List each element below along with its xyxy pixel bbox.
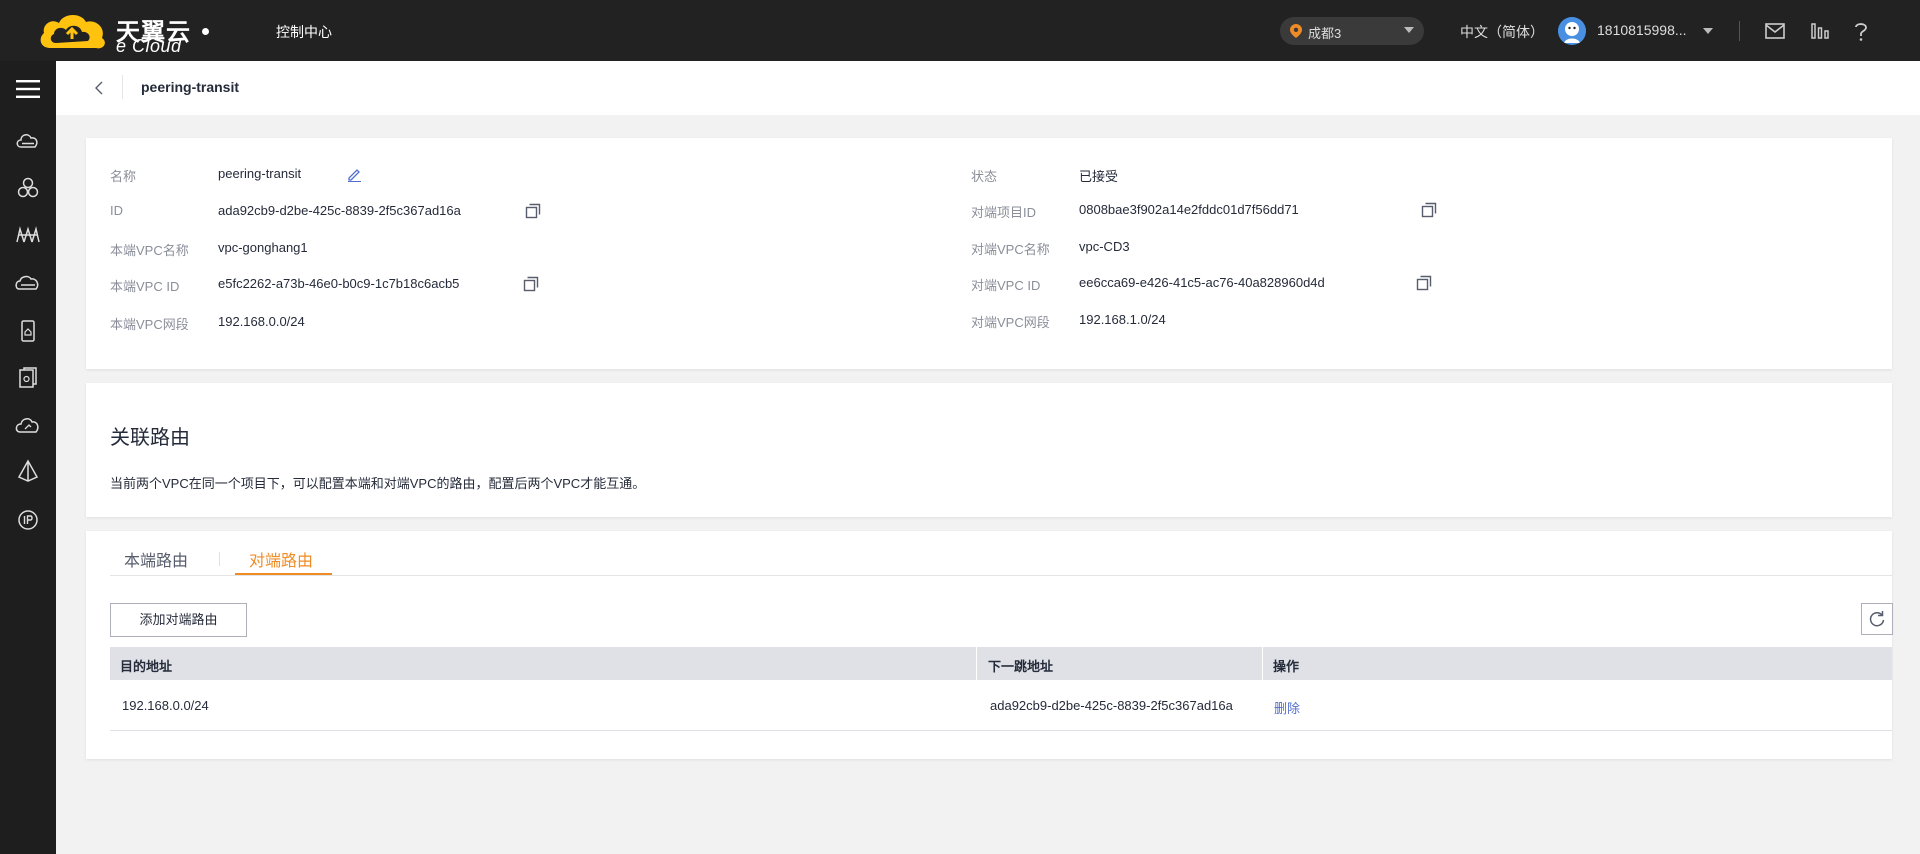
- divider: [122, 75, 123, 99]
- user-avatar-icon: [1558, 17, 1586, 45]
- copy-icon[interactable]: [523, 276, 539, 292]
- info-key: ID: [110, 203, 123, 218]
- info-key: 本端VPC ID: [110, 279, 180, 294]
- route-section-card: 关联路由 当前两个VPC在同一个项目下，可以配置本端和对端VPC的路由，配置后两…: [86, 383, 1892, 517]
- edit-icon[interactable]: [346, 166, 362, 182]
- info-value: vpc-gonghang1: [218, 240, 308, 255]
- console-link[interactable]: 控制中心: [276, 22, 332, 42]
- info-key: 名称: [110, 169, 137, 184]
- info-value: 192.168.0.0/24: [218, 314, 305, 329]
- chevron-down-icon: [1404, 27, 1414, 33]
- info-key: 状态: [971, 169, 998, 184]
- info-key: 对端项目ID: [971, 205, 1037, 220]
- copy-icon[interactable]: [1416, 275, 1432, 291]
- add-peer-route-button[interactable]: 添加对端路由: [110, 603, 247, 637]
- table-row: 192.168.0.0/24 ada92cb9-d2be-425c-8839-2…: [110, 680, 1892, 731]
- cloud-refresh-icon[interactable]: [15, 412, 41, 438]
- info-key: 对端VPC名称: [971, 242, 1050, 257]
- cell-destination: 192.168.0.0/24: [122, 698, 209, 713]
- help-icon[interactable]: [1850, 20, 1872, 42]
- column-header-action: 操作: [1273, 659, 1300, 674]
- route-table-card: 本端路由 对端路由 添加对端路由 目的地址 下一跳地址 操作 192.168.0…: [86, 531, 1893, 759]
- table-header: 目的地址 下一跳地址 操作: [110, 647, 1892, 680]
- divider: [219, 552, 220, 566]
- vpn-icon[interactable]: [15, 459, 41, 485]
- ecloud-logo[interactable]: 天翼云 e Cloud: [36, 8, 206, 56]
- divider: [1739, 21, 1740, 41]
- mail-icon[interactable]: [1764, 20, 1786, 42]
- cell-next-hop: ada92cb9-d2be-425c-8839-2f5c367ad16a: [990, 698, 1233, 713]
- chevron-down-icon[interactable]: [1703, 28, 1713, 34]
- storage-icon[interactable]: [15, 270, 41, 296]
- section-description: 当前两个VPC在同一个项目下，可以配置本端和对端VPC的路由，配置后两个VPC才…: [110, 476, 646, 491]
- info-value: ee6cca69-e426-41c5-ac76-40a828960d4d: [1079, 275, 1325, 290]
- divider: [1262, 647, 1263, 680]
- info-value: 192.168.1.0/24: [1079, 312, 1166, 327]
- info-value: ada92cb9-d2be-425c-8839-2f5c367ad16a: [218, 203, 461, 218]
- breadcrumb: peering-transit: [56, 61, 1920, 115]
- copy-icon[interactable]: [525, 203, 541, 219]
- info-key: 对端VPC网段: [971, 315, 1050, 330]
- info-value: 0808bae3f902a14e2fddc01d7f56dd71: [1079, 202, 1299, 217]
- cloud-server-icon[interactable]: [15, 128, 41, 154]
- page-title: peering-transit: [141, 79, 240, 95]
- delete-link[interactable]: 删除: [1274, 698, 1300, 717]
- status-value: 已接受: [1079, 169, 1119, 184]
- copy-icon[interactable]: [1421, 202, 1437, 218]
- section-title: 关联路由: [110, 427, 190, 449]
- info-key: 对端VPC ID: [971, 278, 1041, 293]
- active-tab-indicator: [235, 573, 332, 575]
- avatar[interactable]: [1558, 17, 1586, 45]
- cluster-icon[interactable]: [15, 175, 41, 201]
- location-pin-icon: [1290, 24, 1302, 38]
- menu-icon[interactable]: [16, 79, 40, 99]
- logo-dot: [202, 28, 209, 35]
- info-value: peering-transit: [218, 166, 302, 181]
- column-header-next-hop: 下一跳地址: [988, 659, 1054, 674]
- user-name[interactable]: 1810815998...: [1597, 22, 1687, 38]
- device-icon[interactable]: [15, 365, 41, 391]
- language-selector[interactable]: 中文（简体）: [1460, 22, 1544, 42]
- region-label: 成都3: [1308, 26, 1342, 41]
- info-key: 本端VPC网段: [110, 317, 189, 332]
- network-icon[interactable]: [15, 222, 41, 248]
- peering-info-card: 名称 peering-transit ID ada92cb9-d2be-425c…: [86, 138, 1892, 369]
- back-arrow-icon[interactable]: [94, 81, 106, 95]
- bar-chart-icon[interactable]: [1809, 20, 1831, 42]
- eip-icon[interactable]: [15, 507, 41, 533]
- divider: [110, 575, 1892, 576]
- refresh-icon: [1869, 611, 1885, 627]
- tab-local-route[interactable]: 本端路由: [124, 547, 188, 571]
- logo-text-en: e Cloud: [116, 36, 182, 56]
- info-value: vpc-CD3: [1079, 239, 1130, 254]
- refresh-button[interactable]: [1861, 603, 1893, 635]
- mobile-icon[interactable]: [15, 318, 41, 344]
- top-bar: 天翼云 e Cloud 控制中心 成都3 中文（简体） 1810815998..…: [0, 0, 1920, 61]
- info-value: e5fc2262-a73b-46e0-b0c9-1c7b18c6acb5: [218, 276, 460, 291]
- column-header-destination: 目的地址: [120, 659, 173, 674]
- tab-peer-route[interactable]: 对端路由: [249, 547, 313, 571]
- side-rail: [0, 61, 56, 854]
- region-selector[interactable]: 成都3: [1280, 17, 1424, 45]
- cloud-logo-icon: [40, 14, 105, 49]
- info-key: 本端VPC名称: [110, 243, 189, 258]
- divider: [976, 647, 977, 680]
